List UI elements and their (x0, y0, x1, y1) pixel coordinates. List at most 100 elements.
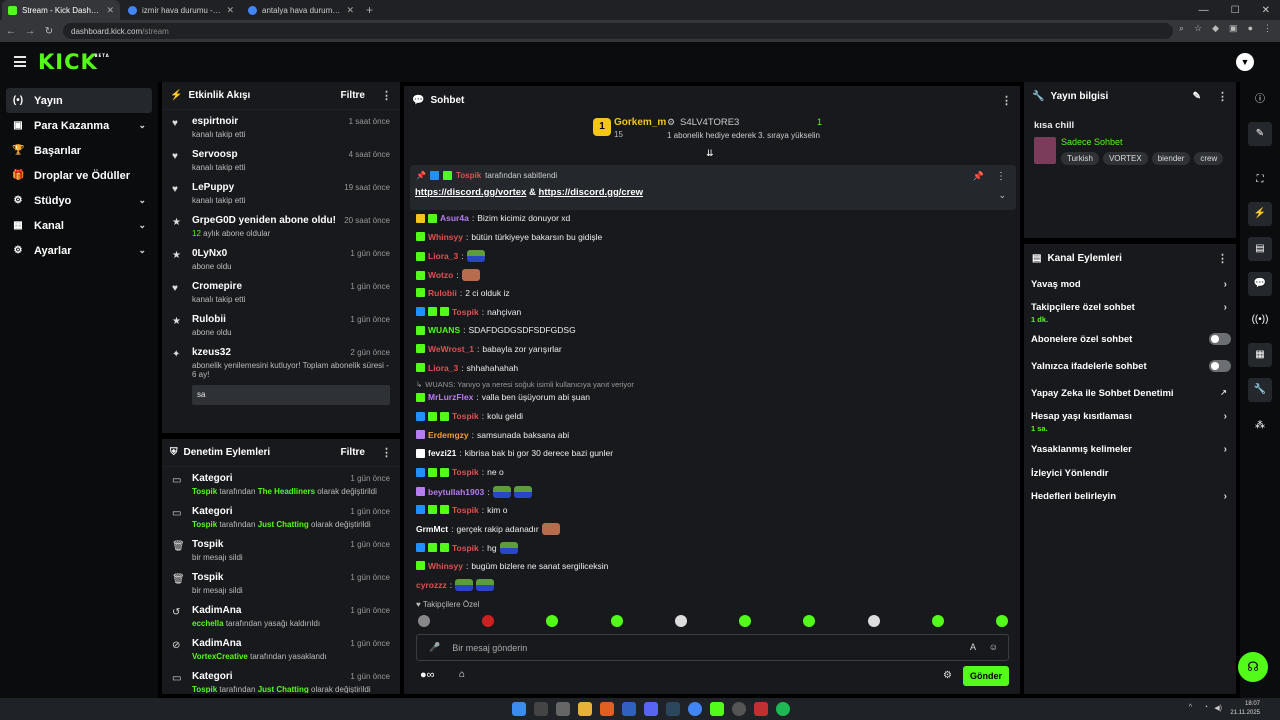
chevron-right-icon[interactable]: › (1224, 302, 1227, 313)
chat-username[interactable]: Liora_3 (428, 363, 458, 373)
tray-chevron-icon[interactable]: ^ (1189, 704, 1192, 711)
channel-action-row[interactable]: Yavaş mod › (1031, 279, 1231, 290)
more-icon[interactable]: ⋮ (996, 171, 1006, 182)
app-icon[interactable] (600, 702, 614, 716)
chat-message[interactable]: beytullah1903: (416, 485, 532, 498)
channel-action-row[interactable]: İzleyici Yönlendir (1031, 468, 1231, 479)
more-icon[interactable]: ⋮ (381, 89, 392, 102)
chat-username[interactable]: Liora_3 (428, 251, 458, 261)
tag-pill[interactable]: Turkish (1061, 152, 1099, 165)
filter-button[interactable]: Filtre (341, 447, 365, 458)
channel-action-row[interactable]: Abonelere özel sohbet (1031, 333, 1231, 345)
chevron-down-icon[interactable]: ⌄ (998, 190, 1006, 201)
back-icon[interactable]: ← (3, 26, 19, 37)
emoji-icon[interactable]: ☺ (989, 642, 998, 652)
chevron-right-icon[interactable]: › (1224, 411, 1227, 422)
chat-username[interactable]: cyrozzz (416, 580, 447, 590)
wrench-icon[interactable]: 🔧 (1248, 378, 1272, 402)
edit-pencil-icon[interactable]: ✎ (1248, 122, 1272, 146)
more-icon[interactable]: ⋮ (1217, 252, 1228, 265)
chevron-down-icon[interactable]: ⌄ (138, 195, 146, 206)
windows-start-icon[interactable] (512, 702, 526, 716)
zoom-icon[interactable]: ⌕ (1179, 23, 1184, 34)
chat-message[interactable]: fevzi21: kibrisa bak bi gor 30 derece ba… (416, 448, 613, 458)
channel-action-row[interactable]: Takipçilere özel sohbet 1 dk. › (1031, 302, 1231, 324)
share-icon[interactable]: ⁂ (1248, 414, 1272, 438)
category-thumbnail[interactable] (1034, 137, 1056, 164)
chat-username[interactable]: beytullah1903 (428, 487, 484, 497)
fullscreen-icon[interactable]: ⛶ (1248, 168, 1272, 192)
store-icon[interactable]: ⌂ (459, 669, 465, 680)
app-icon[interactable] (622, 702, 636, 716)
emote-icon[interactable] (610, 615, 623, 627)
chrome-icon[interactable] (688, 702, 702, 716)
translate-icon[interactable]: A (970, 642, 976, 652)
discord-link-crew[interactable]: https://discord.gg/crew (539, 187, 644, 198)
chat-username[interactable]: fevzi21 (428, 448, 456, 458)
channel-action-row[interactable]: Yalnızca ifadelerle sohbet (1031, 360, 1231, 372)
chat-username[interactable]: WeWrost_1 (428, 344, 474, 354)
chat-username[interactable]: MrLurzFlex (428, 392, 473, 402)
filter-button[interactable]: Filtre (341, 90, 365, 101)
close-icon[interactable]: ✕ (106, 5, 114, 16)
toggle-switch[interactable] (1209, 333, 1231, 345)
chevron-right-icon[interactable]: › (1224, 491, 1227, 502)
infinity-points-icon[interactable]: ●∞ (420, 669, 435, 681)
close-icon[interactable]: ✕ (346, 5, 354, 16)
new-tab-icon[interactable]: + (366, 3, 373, 17)
sidebar-item-3[interactable]: 🎁 Droplar ve Ödüller (6, 163, 152, 188)
chat-message[interactable]: Tospik: nahçivan (416, 307, 521, 317)
tab-antalya[interactable]: antalya hava durumu - Google'da ✕ (242, 0, 360, 20)
chat-message[interactable]: Tospik: ne o (416, 467, 504, 477)
chat-username[interactable]: GrmMct (416, 524, 448, 534)
info-icon[interactable]: ⓘ (1248, 88, 1272, 112)
bookmark-star-icon[interactable]: ☆ (1194, 23, 1202, 34)
mod-actor[interactable]: VortexCreative (192, 652, 248, 661)
send-button[interactable]: Gönder (963, 666, 1009, 686)
tag-pill[interactable]: biender (1151, 152, 1191, 165)
chat-username[interactable]: Whinsyy (428, 561, 463, 571)
chat-bubble-icon[interactable]: 💬 (1248, 272, 1272, 296)
sidebar-item-5[interactable]: ▦ Kanal ⌄ (6, 213, 152, 238)
sidebar-item-4[interactable]: ⚙ Stüdyo ⌄ (6, 188, 152, 213)
settings-gear-icon[interactable]: ⚙ (943, 670, 952, 681)
chevron-down-icon[interactable]: ⌄ (138, 245, 146, 256)
discord-icon[interactable] (644, 702, 658, 716)
app-icon[interactable] (556, 702, 570, 716)
top-user[interactable]: Gorkem_m (614, 117, 666, 128)
mod-actor[interactable]: Tospik (192, 685, 217, 693)
chat-message-input[interactable]: 🎤 Bir mesaj gönderin A ☺ (416, 634, 1009, 661)
window-close-icon[interactable]: ✕ (1262, 5, 1270, 16)
chat-username[interactable]: Tospik (452, 505, 479, 515)
chat-username[interactable]: Rulobii (428, 288, 457, 298)
chat-message[interactable]: Tospik: kim o (416, 505, 507, 515)
tab-kick-dashboard[interactable]: Stream - Kick Dashboard ✕ (2, 0, 120, 20)
more-icon[interactable]: ⋮ (1217, 90, 1228, 103)
sidebar-item-6[interactable]: ⚙ Ayarlar ⌄ (6, 238, 152, 263)
unpin-icon[interactable]: 📌 (973, 171, 984, 182)
profile-icon[interactable]: ● (1248, 23, 1253, 34)
external-link-icon[interactable]: ↗ (1220, 388, 1227, 397)
extension-icon[interactable]: ◆ (1212, 23, 1219, 34)
pinned-by-user[interactable]: Tospik (456, 171, 481, 180)
emote-icon[interactable] (418, 615, 430, 627)
chat-message[interactable]: Whinsyy: bugüm bizlere ne sanat sergilic… (416, 561, 608, 571)
kick-logo[interactable]: KICK BETA (38, 50, 109, 74)
chat-message[interactable]: WUANS: SDAFDGDGSDFSDFGDSG (416, 325, 576, 335)
chevron-down-icon[interactable]: ⌄ (138, 220, 146, 231)
channel-action-row[interactable]: Hesap yaşı kısıtlaması 1 sa. › (1031, 411, 1231, 433)
wifi-icon[interactable]: ◔ (1204, 704, 1208, 711)
chat-message[interactable]: Rulobii: 2 ci olduk iz (416, 288, 510, 298)
chat-username[interactable]: WUANS (428, 325, 460, 335)
maximize-icon[interactable]: ☐ (1231, 5, 1240, 16)
emote-icon[interactable] (931, 615, 944, 627)
scroll-down-icon[interactable]: ⇊ (706, 148, 714, 159)
toggle-switch[interactable] (1209, 360, 1231, 372)
search-icon[interactable] (534, 702, 548, 716)
chat-message[interactable]: Whinsyy: bütün türkiyeye bakarsın bu gid… (416, 232, 602, 242)
chat-username[interactable]: Tospik (452, 307, 479, 317)
tag-pill[interactable]: crew (1194, 152, 1224, 165)
volume-icon[interactable]: ◀) (1214, 704, 1222, 712)
emote-icon[interactable] (739, 615, 752, 627)
mod-actor[interactable]: Tospik (192, 487, 217, 496)
